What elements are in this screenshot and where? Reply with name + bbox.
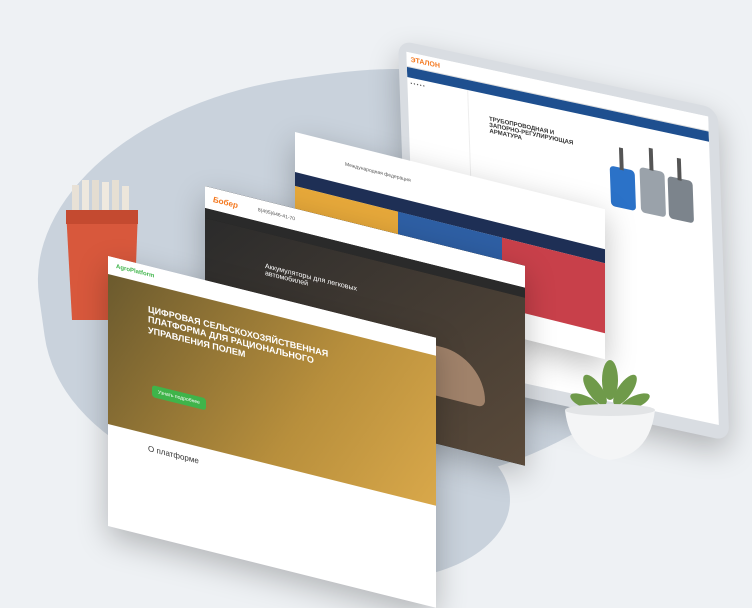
valve-image (609, 147, 694, 223)
battery-logo[interactable]: Бобер (213, 194, 238, 209)
succulent-pot (555, 340, 665, 465)
valves-logo[interactable]: ЭТАЛОН (410, 56, 440, 69)
agro-cta-button[interactable]: Узнать подробнее (152, 384, 206, 411)
battery-phone: 8(495)646-41-70 (257, 207, 296, 223)
valves-headline: Трубопроводная и запорно-регулирующая ар… (488, 116, 574, 147)
battery-headline: Аккумуляторы для легковых автомобилей (265, 262, 358, 293)
exhibition-org: Международная федерация (345, 161, 411, 184)
